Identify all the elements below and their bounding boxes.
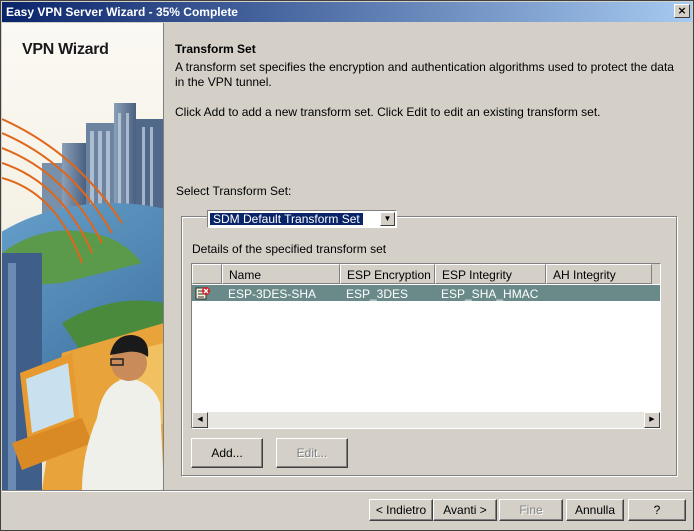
wizard-title: VPN Wizard [22, 41, 109, 58]
help-button[interactable]: ? [628, 499, 686, 521]
wizard-illustration: VPN Wizard [2, 23, 164, 490]
scroll-right-button[interactable]: ▶ [644, 412, 660, 428]
cancel-button[interactable]: Annulla [566, 499, 624, 521]
edit-button[interactable]: Edit... [276, 438, 348, 468]
table-row[interactable]: ESP-3DES-SHA ESP_3DES ESP_SHA_HMAC [192, 285, 660, 301]
cell-esp-encryption: ESP_3DES [346, 287, 409, 301]
transform-set-table: Name ESP Encryption ESP Integrity AH Int… [191, 263, 661, 429]
edit-button-label: Edit... [296, 446, 328, 460]
page-description: A transform set specifies the encryption… [175, 60, 674, 89]
back-button-label: < Indietro [375, 503, 427, 517]
content-panel: Transform Set A transform set specifies … [165, 23, 693, 490]
arrow-right-icon: ▶ [649, 416, 655, 423]
column-header-esp-encryption[interactable]: ESP Encryption [340, 264, 435, 284]
title-bar[interactable]: Easy VPN Server Wizard - 35% Complete × [2, 2, 692, 22]
window-title: Easy VPN Server Wizard - 35% Complete [6, 5, 238, 19]
finish-button[interactable]: Fine [499, 499, 563, 521]
column-header-icon[interactable] [192, 264, 222, 284]
add-button[interactable]: Add... [191, 438, 263, 468]
next-button-label: Avanti > [443, 503, 487, 517]
dropdown-arrow-button[interactable]: ▼ [380, 212, 395, 226]
scroll-left-button[interactable]: ◀ [192, 412, 208, 428]
select-transform-set-label: Select Transform Set: [176, 184, 292, 198]
back-button[interactable]: < Indietro [369, 499, 433, 521]
column-header-esp-integrity[interactable]: ESP Integrity [435, 264, 546, 284]
cell-name: ESP-3DES-SHA [228, 287, 317, 301]
horizontal-scrollbar[interactable]: ◀ ▶ [192, 412, 660, 428]
arrow-left-icon: ◀ [197, 416, 203, 423]
help-icon: ? [653, 503, 661, 517]
wizard-window: Easy VPN Server Wizard - 35% Complete × [0, 0, 694, 531]
close-icon: × [677, 4, 687, 17]
page-title: Transform Set [175, 42, 256, 56]
footer-separator [2, 490, 692, 492]
transform-set-dropdown[interactable]: SDM Default Transform Set ▼ [207, 210, 397, 228]
instruction-text: Click Add to add a new transform set. Cl… [175, 105, 601, 119]
next-button[interactable]: Avanti > [433, 499, 497, 521]
add-button-label: Add... [211, 446, 243, 460]
cancel-button-label: Annulla [574, 503, 616, 517]
chevron-down-icon: ▼ [383, 214, 392, 223]
details-label: Details of the specified transform set [192, 242, 387, 256]
transform-set-selected-value: SDM Default Transform Set [209, 212, 364, 226]
close-button[interactable]: × [674, 4, 690, 18]
column-header-name[interactable]: Name [222, 264, 340, 284]
wizard-illustration-graphic [2, 23, 163, 490]
transform-set-icon [192, 285, 222, 301]
cell-ah-integrity [546, 285, 660, 301]
cell-esp-integrity: ESP_SHA_HMAC [441, 287, 539, 301]
finish-button-label: Fine [519, 503, 543, 517]
table-header: Name ESP Encryption ESP Integrity AH Int… [192, 264, 660, 284]
column-header-ah-integrity[interactable]: AH Integrity [546, 264, 652, 284]
